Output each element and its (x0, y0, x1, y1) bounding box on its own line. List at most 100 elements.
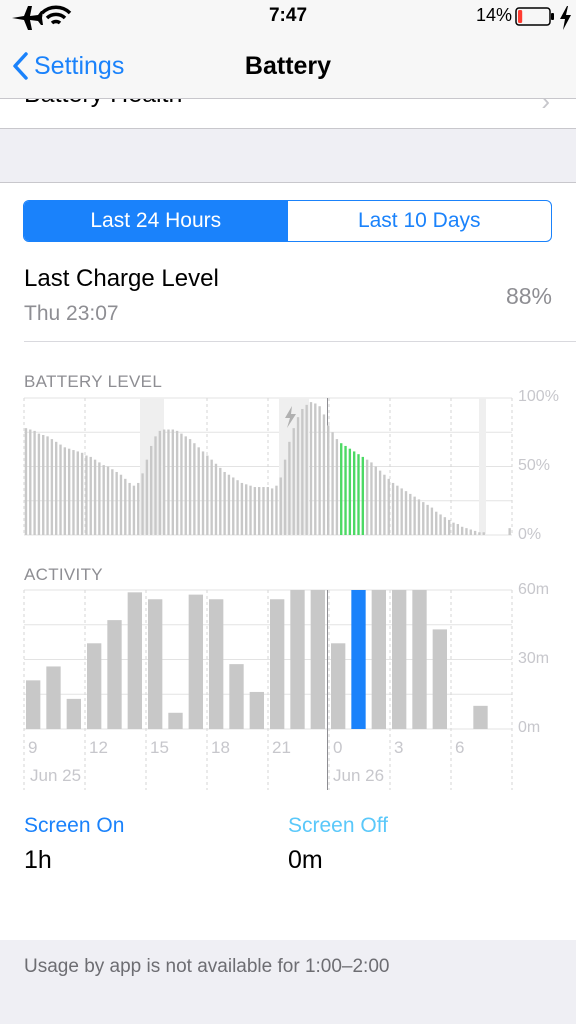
battery-level-bar (141, 473, 144, 535)
battery-level-bar (365, 459, 369, 535)
battery-level-bar (400, 488, 403, 535)
battery-level-bar (33, 430, 36, 535)
activity-bar (87, 643, 102, 729)
battery-level-bar (119, 474, 123, 535)
battery-level-bar (378, 470, 382, 535)
activity-bar (331, 643, 346, 729)
battery-level-bar (93, 459, 97, 535)
battery-level-bar (452, 522, 455, 535)
x-tick: 0 (333, 738, 343, 757)
activity-bar (412, 590, 427, 729)
battery-level-bar (430, 507, 434, 535)
x-tick: 3 (394, 738, 404, 757)
screen-off-label: Screen Off (288, 814, 388, 837)
x-tick: 18 (211, 738, 230, 757)
battery-level-bar (227, 474, 231, 535)
battery-level-bar (257, 487, 261, 535)
battery-level-bar (184, 436, 187, 535)
battery-level-bar (236, 480, 239, 535)
activity-bar (168, 712, 183, 729)
battery-level-bar (322, 414, 326, 535)
battery-level-bar (201, 451, 205, 535)
battery-level-bar (422, 502, 425, 535)
battery-level-bar (482, 532, 485, 535)
battery-level-bar (197, 447, 200, 535)
activity-bar (392, 590, 407, 729)
battery-level-bar (76, 451, 79, 535)
battery-level-bar (331, 432, 334, 535)
battery-level-bar (175, 430, 179, 535)
battery-level-bar (262, 487, 265, 535)
activity-bar (46, 666, 61, 729)
battery-level-bar (340, 443, 343, 535)
battery-level-bar (50, 439, 54, 535)
battery-level-bar (115, 471, 118, 535)
battery-level-bar (387, 478, 390, 535)
battery-level-bar (171, 429, 174, 535)
battery-level-bar (24, 428, 28, 535)
battery-level-bar (348, 448, 352, 535)
battery-level-bar (426, 504, 429, 535)
battery-level-bar (111, 469, 114, 535)
battery-level-bar (223, 471, 226, 535)
battery-level-bar (460, 526, 464, 535)
screen-on-value: 1h (24, 846, 52, 874)
battery-level-bar (89, 456, 92, 535)
battery-level-bar (80, 452, 84, 535)
battery-level-bar (344, 445, 347, 535)
battery-level-bar (72, 450, 75, 535)
screen-on-label: Screen On (24, 814, 125, 837)
battery-level-bar (249, 485, 252, 535)
battery-level-bar (162, 429, 166, 535)
battery-level-bar (508, 528, 511, 535)
battery-level-bar (154, 436, 157, 535)
screen-off-value: 0m (288, 846, 323, 874)
activity-bar (229, 664, 244, 729)
activity-bar (432, 629, 447, 729)
battery-level-bar (150, 445, 153, 535)
battery-level-bar (305, 404, 308, 535)
battery-level-bar (301, 408, 304, 535)
battery-level-bar (417, 499, 421, 535)
battery-level-bar (67, 448, 71, 535)
battery-level-bar (279, 477, 282, 535)
x-tick: 12 (89, 738, 108, 757)
battery-level-bar (357, 454, 360, 535)
battery-level-bar (374, 466, 377, 535)
activity-bar (188, 594, 203, 729)
battery-level-bar (232, 477, 235, 535)
battery-level-bar (214, 463, 218, 535)
battery-level-bar (478, 532, 481, 535)
page-title: Battery (244, 52, 332, 80)
battery-level-bar (245, 484, 248, 535)
battery-level-bar (106, 466, 110, 535)
battery-level-bar (132, 485, 136, 535)
battery-level-bar (188, 439, 192, 535)
battery-level-bar (210, 459, 213, 535)
battery-level-bar (275, 485, 278, 535)
activity-bar (270, 599, 285, 729)
battery-level-bar (206, 455, 209, 535)
battery-level-bar (288, 441, 291, 535)
x-date-label: Jun 26 (333, 766, 385, 785)
battery-level-bar (46, 436, 49, 535)
activity-bar (66, 698, 81, 729)
battery-level-bar (439, 514, 442, 535)
battery-level-bar (447, 519, 451, 535)
activity-bar (371, 590, 386, 729)
battery-level-bar (128, 482, 131, 535)
battery-level-bar (314, 403, 317, 535)
activity-bar (473, 705, 488, 729)
footer: Usage by app is not available for 1:00–2… (0, 940, 576, 1024)
usage-charts (23, 397, 513, 790)
battery-level-bar (102, 465, 105, 535)
battery-level-bar (124, 478, 127, 535)
x-tick: 21 (272, 738, 291, 757)
battery-level-bar (413, 496, 416, 535)
activity-bar (351, 590, 366, 729)
battery-level-bar (396, 485, 399, 535)
activity-bar (107, 620, 122, 729)
battery-level-bar (335, 439, 339, 535)
battery-level-bar (98, 462, 101, 535)
battery-level-bar (283, 459, 287, 535)
